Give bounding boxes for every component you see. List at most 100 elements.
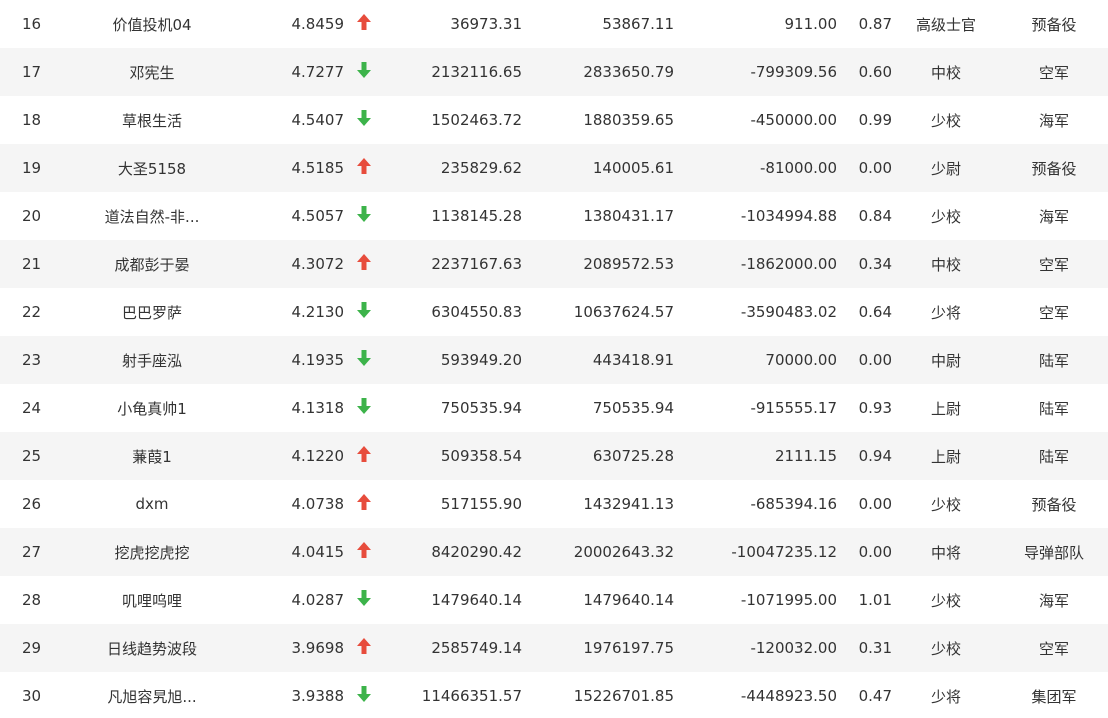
branch-cell: 空军 — [1038, 63, 1069, 82]
branch-cell: 集团军 — [1031, 687, 1077, 706]
ratio-cell: 1.01 — [858, 591, 892, 609]
value2-cell: 630725.28 — [592, 447, 674, 465]
value1-cell: 1502463.72 — [431, 111, 522, 129]
military-rank-cell: 少校 — [930, 495, 961, 514]
ratio-cell: 0.93 — [858, 399, 892, 417]
ratio-cell: 0.00 — [858, 543, 892, 561]
value3-cell: -3590483.02 — [740, 303, 837, 321]
user-name-cell[interactable]: 巴巴罗萨 — [63, 288, 241, 336]
table-row[interactable]: 25 蒹葭1 4.1220 509358.54 630725.28 2111.15 0.94… — [0, 432, 1108, 480]
table-row[interactable]: 20 道法自然-非... 4.5057 1138145.28 1380431.17 -10… — [0, 192, 1108, 240]
user-name-cell[interactable]: 草根生活 — [63, 96, 241, 144]
arrow-down-icon — [356, 61, 371, 78]
military-rank-cell: 中校 — [930, 255, 961, 274]
trend-cell — [344, 624, 383, 672]
value2-cell: 1976197.75 — [583, 639, 674, 657]
arrow-down-icon — [356, 109, 371, 126]
arrow-down-icon — [356, 349, 371, 366]
branch-cell: 导弹部队 — [1023, 543, 1084, 562]
user-name-cell[interactable]: 挖虎挖虎挖 — [63, 528, 241, 576]
value1-cell: 11466351.57 — [421, 687, 522, 705]
score-cell: 4.5185 — [291, 159, 345, 177]
ranking-table-body: 16 价值投机04 4.8459 36973.31 53867.11 911.00 0.87… — [0, 0, 1108, 718]
arrow-up-icon — [356, 445, 371, 462]
arrow-up-icon — [356, 493, 371, 510]
arrow-up-icon — [356, 13, 371, 30]
table-row[interactable]: 18 草根生活 4.5407 1502463.72 1880359.65 -450000.… — [0, 96, 1108, 144]
value3-cell: -915555.17 — [750, 399, 837, 417]
user-name-cell[interactable]: 道法自然-非... — [63, 192, 241, 240]
table-row[interactable]: 16 价值投机04 4.8459 36973.31 53867.11 911.00 0.87… — [0, 0, 1108, 48]
military-rank-cell: 上尉 — [930, 399, 961, 418]
table-row[interactable]: 26 dxm 4.0738 517155.90 1432941.13 -685394.16… — [0, 480, 1108, 528]
arrow-up-icon — [356, 541, 371, 558]
trend-cell — [344, 384, 383, 432]
user-name-cell[interactable]: 成都彭于晏 — [63, 240, 241, 288]
table-row[interactable]: 21 成都彭于晏 4.3072 2237167.63 2089572.53 -186200… — [0, 240, 1108, 288]
score-cell: 4.3072 — [291, 255, 345, 273]
table-row[interactable]: 22 巴巴罗萨 4.2130 6304550.83 10637624.57 -359048… — [0, 288, 1108, 336]
table-row[interactable]: 23 射手座泓 4.1935 593949.20 443418.91 70000.00 0.… — [0, 336, 1108, 384]
ratio-cell: 0.94 — [858, 447, 892, 465]
rank-cell: 28 — [21, 591, 42, 609]
user-name-cell[interactable]: 叽哩呜哩 — [63, 576, 241, 624]
rank-cell: 17 — [21, 63, 42, 81]
value2-cell: 10637624.57 — [573, 303, 674, 321]
score-cell: 4.2130 — [291, 303, 345, 321]
user-name-cell[interactable]: 凡旭容旯旭... — [63, 672, 241, 718]
trend-cell — [344, 672, 383, 718]
value1-cell: 517155.90 — [440, 495, 522, 513]
branch-cell: 陆军 — [1038, 399, 1069, 418]
user-name-cell[interactable]: 日线趋势波段 — [63, 624, 241, 672]
user-name-cell[interactable]: 小龟真帅1 — [63, 384, 241, 432]
rank-cell: 23 — [21, 351, 42, 369]
value3-cell: -799309.56 — [750, 63, 837, 81]
trend-cell — [344, 0, 383, 48]
branch-cell: 预备役 — [1031, 495, 1077, 514]
user-name-cell[interactable]: 射手座泓 — [63, 336, 241, 384]
rank-cell: 29 — [21, 639, 42, 657]
table-row[interactable]: 19 大圣5158 4.5185 235829.62 140005.61 -81000.0… — [0, 144, 1108, 192]
value3-cell: -450000.00 — [750, 111, 837, 129]
value2-cell: 443418.91 — [592, 351, 674, 369]
value3-cell: -81000.00 — [760, 159, 837, 177]
score-cell: 4.1220 — [291, 447, 345, 465]
score-cell: 4.1318 — [291, 399, 345, 417]
value2-cell: 2833650.79 — [583, 63, 674, 81]
table-row[interactable]: 29 日线趋势波段 3.9698 2585749.14 1976197.75 -12003… — [0, 624, 1108, 672]
table-row[interactable]: 24 小龟真帅1 4.1318 750535.94 750535.94 -915555.1… — [0, 384, 1108, 432]
user-name-cell[interactable]: 价值投机04 — [63, 0, 241, 48]
value1-cell: 2237167.63 — [431, 255, 522, 273]
table-row[interactable]: 17 邓宪生 4.7277 2132116.65 2833650.79 -799309.5… — [0, 48, 1108, 96]
score-cell: 4.5057 — [291, 207, 345, 225]
military-rank-cell: 中将 — [930, 543, 961, 562]
score-cell: 4.0738 — [291, 495, 345, 513]
value3-cell: -1071995.00 — [740, 591, 837, 609]
value2-cell: 2089572.53 — [583, 255, 674, 273]
value1-cell: 509358.54 — [440, 447, 522, 465]
branch-cell: 陆军 — [1038, 351, 1069, 370]
rank-cell: 22 — [21, 303, 42, 321]
trend-cell — [344, 192, 383, 240]
user-name-cell[interactable]: 蒹葭1 — [63, 432, 241, 480]
rank-cell: 25 — [21, 447, 42, 465]
value1-cell: 1138145.28 — [431, 207, 522, 225]
ranking-table: 16 价值投机04 4.8459 36973.31 53867.11 911.00 0.87… — [0, 0, 1108, 718]
military-rank-cell: 少校 — [930, 207, 961, 226]
military-rank-cell: 少将 — [930, 687, 961, 706]
table-row[interactable]: 28 叽哩呜哩 4.0287 1479640.14 1479640.14 -1071995… — [0, 576, 1108, 624]
trend-cell — [344, 288, 383, 336]
user-name-cell[interactable]: 大圣5158 — [63, 144, 241, 192]
value2-cell: 53867.11 — [602, 15, 674, 33]
rank-cell: 19 — [21, 159, 42, 177]
table-row[interactable]: 30 凡旭容旯旭... 3.9388 11466351.57 15226701.85 -4… — [0, 672, 1108, 718]
value2-cell: 1880359.65 — [583, 111, 674, 129]
table-row[interactable]: 27 挖虎挖虎挖 4.0415 8420290.42 20002643.32 -10047… — [0, 528, 1108, 576]
value3-cell: -1034994.88 — [740, 207, 837, 225]
ratio-cell: 0.60 — [858, 63, 892, 81]
rank-cell: 26 — [21, 495, 42, 513]
ratio-cell: 0.84 — [858, 207, 892, 225]
user-name-cell[interactable]: dxm — [63, 480, 241, 528]
score-cell: 4.7277 — [291, 63, 345, 81]
user-name-cell[interactable]: 邓宪生 — [63, 48, 241, 96]
